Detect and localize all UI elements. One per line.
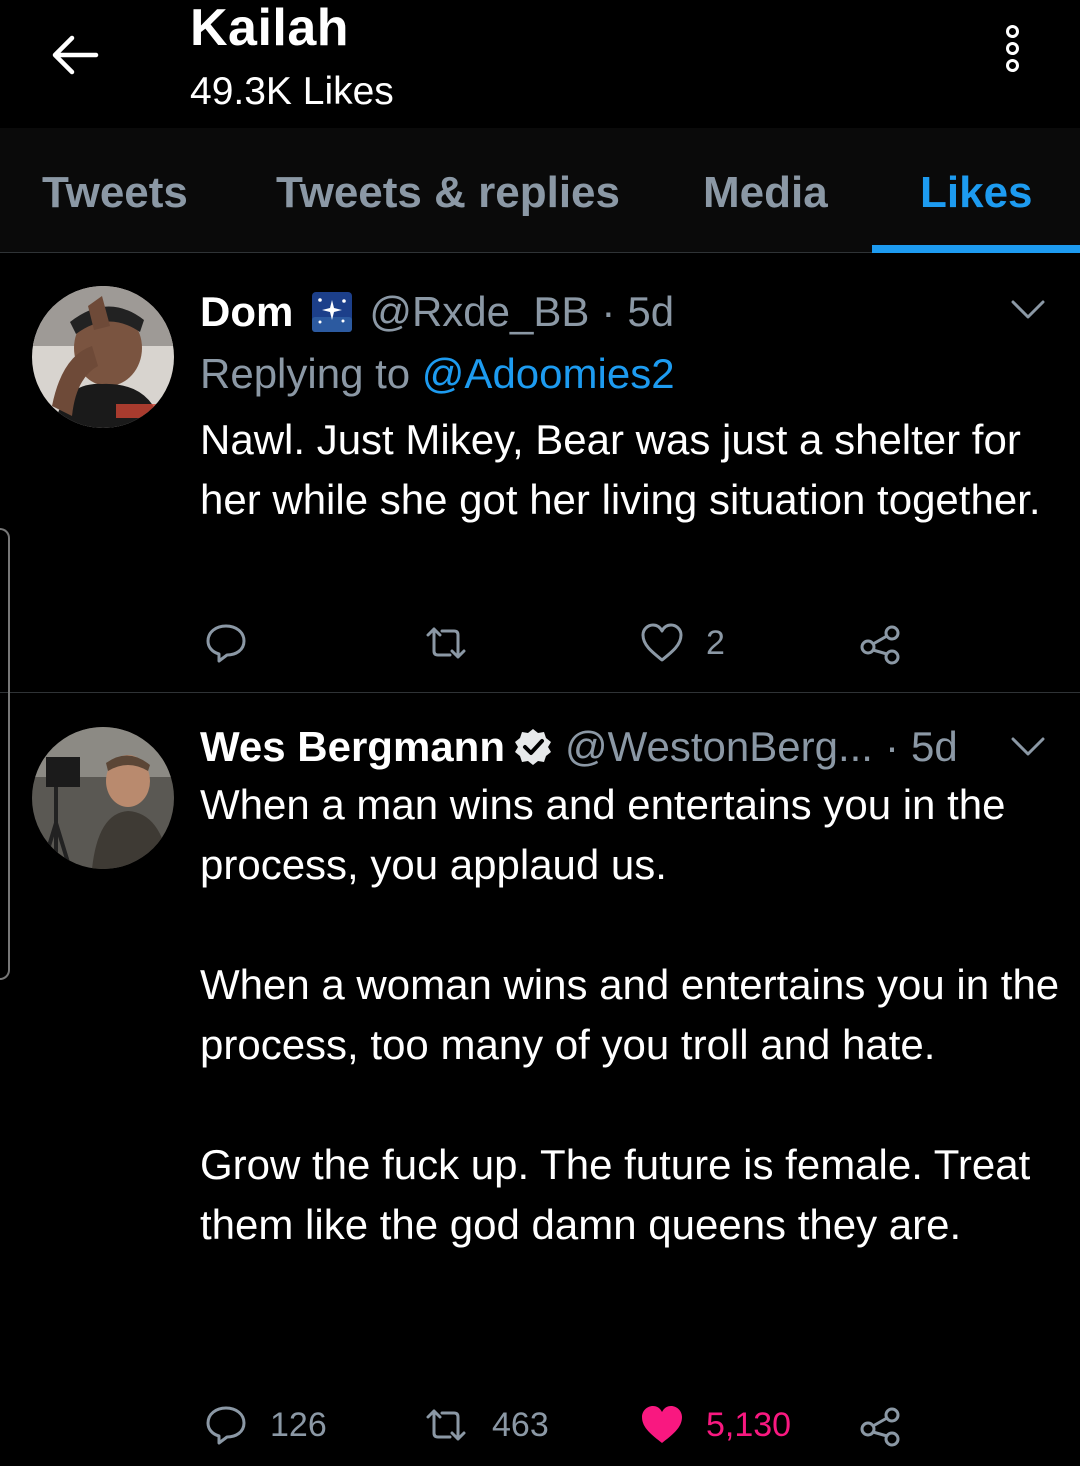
heart-outline-icon (641, 623, 683, 662)
tweet-actions: 126 463 5,130 (200, 1400, 1060, 1450)
back-arrow-icon (52, 35, 99, 75)
author-handle[interactable]: @Rxde_BB (369, 288, 589, 336)
tweet-menu-button[interactable] (1010, 298, 1046, 322)
like-button[interactable]: 2 (640, 618, 725, 668)
tweet-text: Nawl. Just Mikey, Bear was just a shelte… (200, 416, 1041, 523)
profile-tabs: Tweets Tweets & replies Media Likes (0, 128, 1080, 253)
share-button[interactable] (858, 1400, 902, 1450)
retweet-count: 463 (492, 1405, 549, 1444)
retweet-button[interactable]: 463 (422, 1400, 549, 1450)
like-button[interactable]: 5,130 (640, 1400, 791, 1450)
reply-button[interactable] (204, 618, 248, 668)
night-sky-emoji-icon (311, 291, 353, 333)
reply-count: 126 (270, 1405, 327, 1444)
author-name[interactable]: Dom (200, 288, 293, 336)
reply-button[interactable]: 126 (204, 1400, 327, 1450)
like-count: 5,130 (706, 1405, 792, 1444)
tweet[interactable]: Wes Bergmann @WestonBerg... · 5d When a … (0, 693, 1080, 1466)
replying-to-label: Replying to (200, 350, 411, 397)
share-icon (860, 1407, 900, 1447)
meta-separator: · (884, 723, 899, 770)
author-name[interactable]: Wes Bergmann (200, 723, 505, 771)
reply-icon (206, 624, 246, 663)
tweet-time[interactable]: 5d (627, 288, 674, 336)
more-options-button[interactable] (990, 22, 1034, 86)
tweet[interactable]: Dom @Rxde_BB · 5d Replying to @Adoomies2… (0, 254, 1080, 693)
author-handle[interactable]: @WestonBerg... (565, 723, 873, 771)
tweet-meta: Wes Bergmann @WestonBerg... · 5d (200, 723, 958, 771)
retweet-button[interactable] (422, 618, 470, 668)
back-button[interactable] (40, 25, 110, 85)
tweet-time[interactable]: 5d (911, 723, 958, 771)
more-vertical-icon (990, 25, 1034, 72)
active-tab-indicator (872, 245, 1080, 253)
like-count: 2 (706, 623, 725, 662)
avatar[interactable] (32, 727, 174, 869)
likes-count: 49.3K Likes (190, 70, 394, 113)
tab-tweets[interactable]: Tweets (42, 168, 188, 218)
share-button[interactable] (858, 618, 902, 668)
chevron-down-icon (1011, 737, 1045, 756)
tweet-meta: Dom @Rxde_BB · 5d (200, 288, 674, 336)
replying-to: Replying to @Adoomies2 (200, 350, 675, 398)
avatar[interactable] (32, 286, 174, 428)
tab-media[interactable]: Media (703, 168, 828, 218)
tweet-menu-button[interactable] (1010, 735, 1046, 759)
heart-filled-icon (642, 1406, 682, 1443)
tab-tweets-and-replies[interactable]: Tweets & replies (276, 168, 620, 218)
profile-header: Kailah 49.3K Likes (0, 0, 1080, 128)
share-icon (860, 625, 900, 665)
tweet-text: When a man wins and entertains you in th… (200, 781, 1060, 1248)
retweet-icon (426, 627, 466, 659)
scrollbar[interactable] (0, 528, 10, 980)
chevron-down-icon (1011, 300, 1045, 319)
profile-name: Kailah (190, 0, 350, 57)
replying-to-mention[interactable]: @Adoomies2 (422, 350, 675, 397)
tab-likes[interactable]: Likes (920, 168, 1033, 218)
tweet-actions: 2 (200, 618, 1060, 668)
meta-separator: · (601, 288, 616, 335)
reply-icon (206, 1406, 246, 1445)
verified-badge-icon (513, 727, 553, 767)
retweet-icon (426, 1409, 466, 1441)
